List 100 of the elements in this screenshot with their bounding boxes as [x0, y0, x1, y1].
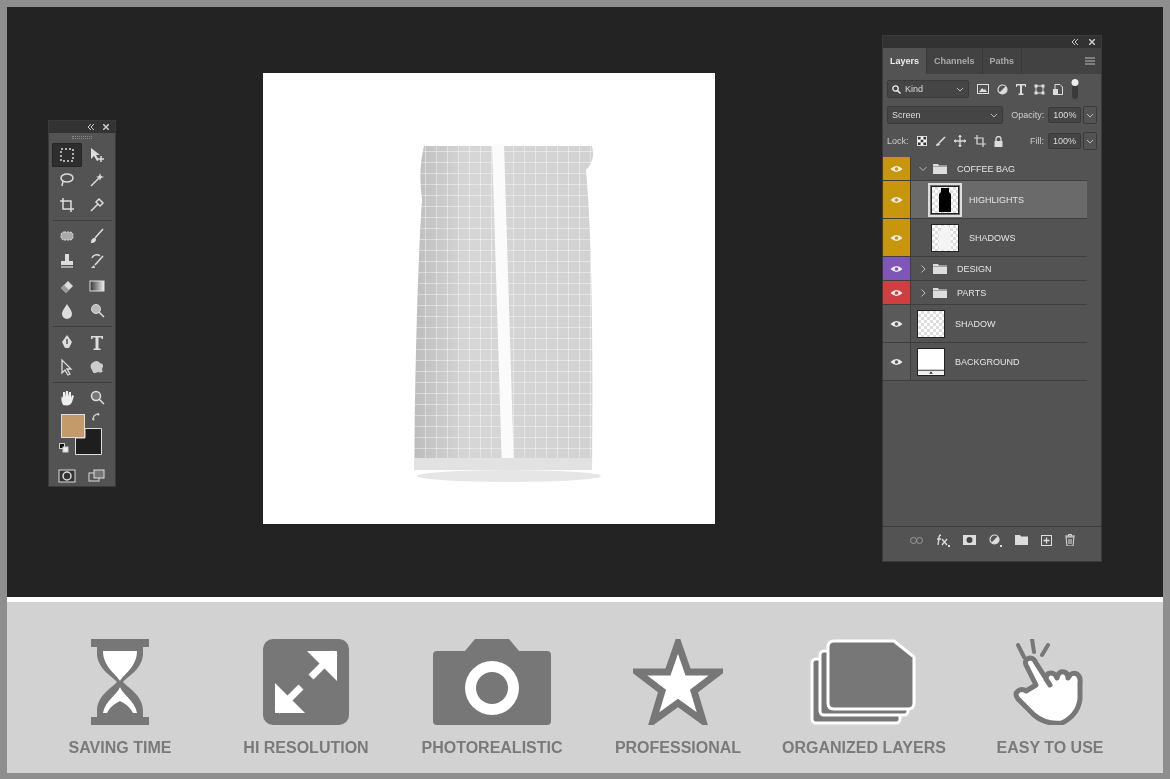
visibility-toggle[interactable] — [883, 181, 911, 218]
filter-dropdown[interactable]: Kind — [887, 80, 969, 98]
feature-label: SAVING TIME — [68, 739, 172, 757]
image-filter-icon[interactable] — [977, 84, 989, 94]
eye-icon — [890, 164, 903, 173]
type-icon — [88, 333, 106, 351]
eye-icon — [890, 288, 903, 297]
visibility-toggle[interactable] — [883, 157, 911, 180]
hourglass-icon — [89, 639, 151, 725]
star-icon — [633, 639, 723, 725]
zoom-icon — [88, 389, 106, 407]
blend-mode-value: Screen — [892, 110, 922, 120]
visibility-toggle[interactable] — [883, 219, 911, 256]
lock-icon[interactable] — [993, 135, 1003, 147]
expand-icon — [263, 639, 349, 725]
lock-label: Lock: — [887, 136, 909, 146]
marquee-icon — [58, 146, 76, 164]
close-icon[interactable] — [103, 124, 109, 130]
adjustment-layer-icon[interactable] — [988, 533, 1002, 547]
fill-dropdown-button[interactable] — [1083, 132, 1097, 150]
chevron-icon — [990, 112, 999, 118]
opacity-field[interactable]: 100% — [1048, 107, 1082, 123]
layer-row[interactable]: SHADOW — [883, 305, 1087, 343]
layer-row[interactable]: SHADOWS — [883, 219, 1087, 257]
layer-style-icon[interactable] — [935, 533, 950, 547]
collapse-icon[interactable] — [1071, 39, 1079, 45]
move-icon — [88, 146, 106, 164]
feature-label: ORGANIZED LAYERS — [782, 739, 946, 757]
filter-toggle-icon[interactable] — [1071, 78, 1079, 100]
visibility-toggle[interactable] — [883, 257, 911, 280]
history-brush-icon — [88, 252, 106, 270]
grip-handle[interactable] — [72, 136, 92, 139]
layer-name: SHADOW — [955, 318, 996, 329]
dodge-icon — [88, 302, 106, 320]
lock-transparency-icon[interactable] — [916, 136, 927, 146]
panel-tab[interactable]: Channels — [927, 48, 983, 74]
menu-icon[interactable] — [1085, 57, 1095, 65]
folder-icon[interactable] — [1014, 535, 1028, 545]
chevron-icon — [1086, 112, 1095, 118]
artboard-icon[interactable] — [973, 135, 986, 147]
brush-icon[interactable] — [934, 135, 946, 147]
feature-label: PROFESSIONAL — [614, 739, 742, 757]
swap-icon[interactable] — [91, 412, 101, 422]
close-icon[interactable] — [1089, 39, 1095, 45]
collapse-icon[interactable] — [87, 124, 95, 130]
eye-icon — [890, 319, 903, 328]
feature-label: PHOTOREALISTIC — [421, 739, 563, 757]
visibility-toggle[interactable] — [883, 281, 911, 304]
new-layer-icon[interactable] — [1040, 534, 1052, 546]
stamp-icon — [58, 252, 76, 270]
layer-name: DESIGN — [957, 263, 992, 274]
layer-row[interactable]: BACKGROUND — [883, 343, 1087, 381]
fill-field[interactable]: 100% — [1047, 133, 1081, 149]
layer-row[interactable]: COFFEE BAG — [883, 157, 1087, 181]
layer-name: SHADOWS — [969, 232, 1016, 243]
fill-label: Fill: — [1029, 136, 1044, 146]
folder-icon — [933, 163, 947, 174]
eye-icon — [890, 195, 903, 204]
trash-icon[interactable] — [1064, 534, 1075, 546]
disclosure-icon[interactable] — [919, 264, 927, 273]
layer-row[interactable]: PARTS — [883, 281, 1087, 305]
panel-tab[interactable]: Paths — [982, 48, 1023, 74]
eye-icon — [890, 233, 903, 242]
crop-icon — [58, 196, 76, 214]
stacked-folders-icon — [810, 639, 918, 725]
gradient-icon — [88, 277, 106, 295]
shape-filter-icon[interactable] — [1034, 83, 1045, 95]
smart-object-filter-icon[interactable] — [1053, 83, 1063, 95]
lasso-icon — [58, 171, 76, 189]
chevron-icon — [1086, 138, 1094, 144]
marquee-tool[interactable] — [52, 143, 82, 167]
eye-icon — [890, 357, 903, 366]
default-colors-icon[interactable] — [59, 443, 69, 453]
folder-icon — [933, 287, 947, 298]
layer-name: COFFEE BAG — [957, 163, 1015, 174]
brush-icon — [88, 227, 106, 245]
feature-label: EASY TO USE — [996, 739, 1104, 757]
eye-icon — [890, 264, 903, 273]
visibility-toggle[interactable] — [883, 343, 911, 380]
layer-name: BACKGROUND — [955, 356, 1020, 367]
panel-tab[interactable]: Layers — [883, 48, 928, 74]
screen-mode-icon — [88, 469, 106, 483]
layer-row[interactable]: HIGHLIGHTS — [883, 181, 1087, 219]
layer-name: PARTS — [957, 287, 987, 298]
type-filter-icon[interactable] — [1016, 83, 1026, 95]
feature-label: HI RESOLUTION — [243, 739, 369, 757]
opacity-label: Opacity: — [1011, 110, 1045, 120]
visibility-toggle[interactable] — [883, 305, 911, 342]
opacity-dropdown-button[interactable] — [1083, 106, 1097, 124]
magic-wand-icon — [88, 171, 106, 189]
move-arrows-icon[interactable] — [953, 135, 966, 147]
folder-icon — [933, 263, 947, 274]
layer-row[interactable]: DESIGN — [883, 257, 1087, 281]
blend-mode-dropdown[interactable]: Screen — [887, 106, 1004, 124]
hand-icon — [58, 389, 76, 407]
eyedropper-icon — [88, 196, 106, 214]
mask-icon[interactable] — [962, 535, 976, 545]
adjustment-filter-icon[interactable] — [997, 83, 1008, 95]
disclosure-icon[interactable] — [919, 288, 927, 297]
foreground-color-swatch[interactable] — [61, 414, 85, 438]
